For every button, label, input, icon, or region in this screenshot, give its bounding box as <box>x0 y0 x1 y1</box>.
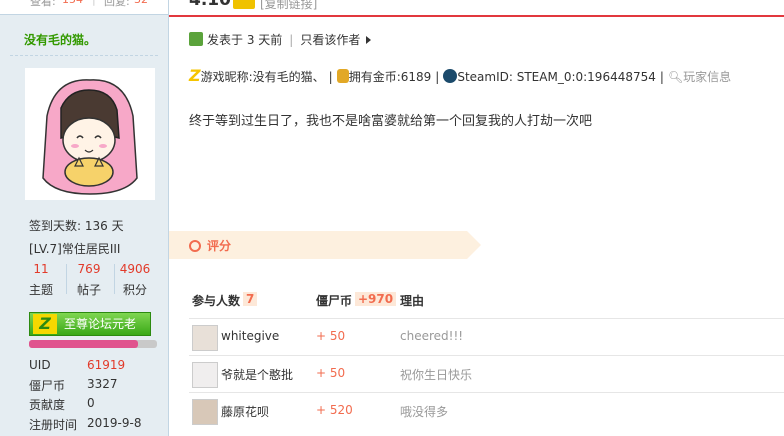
currency-label: 僵尸币 <box>316 294 353 308</box>
views-count: 154 <box>62 0 83 6</box>
rater-avatar[interactable] <box>192 399 218 425</box>
topics-count-block[interactable]: 11 主题 <box>18 262 64 298</box>
stats-divider: | <box>92 0 96 6</box>
level-progress-fill <box>29 340 138 348</box>
checkin-days: 签到天数: 136 天 <box>29 219 124 233</box>
rating-header: 评分 <box>169 231 481 259</box>
game-divider: | <box>435 70 440 84</box>
rater-name[interactable]: 爷就是个憨批 <box>221 366 293 383</box>
author-name-link[interactable]: 没有毛的猫。 <box>24 31 96 48</box>
post-content: 终于等到过生日了，我也不是啥富婆就给第一个回复我的人打劫一次吧 <box>189 114 593 129</box>
posts-count: 769 <box>77 262 101 276</box>
contribution-key: 贡献度 <box>29 398 66 412</box>
gold-coin-icon <box>336 69 349 83</box>
game-divider: | <box>328 70 333 84</box>
gold-amount: 拥有金币:6189 <box>348 70 432 84</box>
copy-link-button[interactable]: [复制链接] <box>260 0 317 12</box>
online-status-icon <box>189 32 203 46</box>
user-counts: 11 主题 769 帖子 4906 积分 <box>18 262 158 298</box>
posts-count-block[interactable]: 769 帖子 <box>66 262 112 298</box>
coins-value: 3327 <box>87 377 118 391</box>
reason-label: 理由 <box>400 294 425 308</box>
post-header-bar: 4.10 [复制链接] <box>169 0 784 17</box>
z-game-icon: Z <box>189 66 201 85</box>
topics-count: 11 <box>33 262 49 276</box>
meta-divider: | <box>289 33 294 47</box>
floor-badge-icon <box>233 0 255 9</box>
replies-label: 回复: <box>104 0 130 8</box>
only-author-link[interactable]: 只看该作者 <box>300 33 360 47</box>
register-value: 2019-9-8 <box>87 416 142 430</box>
currency-total: +970 <box>355 292 397 306</box>
coins-key: 僵尸币 <box>29 379 66 393</box>
author-sidebar: 查看: 154 | 回复: 32 没有毛的猫。 签到天数: 136 天 [LV.… <box>0 0 169 436</box>
level-progress-bar <box>29 340 157 348</box>
replies-count: 32 <box>134 0 148 6</box>
uid-value[interactable]: 61919 <box>87 358 125 372</box>
rater-name[interactable]: 藤原花呗 <box>221 403 269 420</box>
rating-points: + 50 <box>316 366 346 380</box>
rating-points: + 520 <box>316 403 353 417</box>
points-label: 积分 <box>122 283 147 297</box>
rating-reason: 哦没得多 <box>400 405 449 419</box>
medal-label: 至尊论坛元老 <box>64 317 137 331</box>
game-nickname: 游戏昵称:没有毛的猫、 <box>200 70 325 84</box>
rating-row: 藤原花呗 + 520 哦没得多 <box>189 392 784 429</box>
game-divider: | <box>659 70 664 84</box>
medal-badge[interactable]: Z 至尊论坛元老 <box>29 312 151 336</box>
uid-key: UID <box>29 358 51 372</box>
rating-tab-notch <box>467 231 481 259</box>
user-level[interactable]: [LV.7]常住居民III <box>29 240 120 257</box>
rater-avatar[interactable] <box>192 325 218 351</box>
rater-avatar[interactable] <box>192 362 218 388</box>
rating-row: 爷就是个憨批 + 50 祝你生日快乐 <box>189 355 784 392</box>
floor-number[interactable]: 4.10 <box>189 0 231 10</box>
steam-icon <box>443 69 458 83</box>
thread-stats: 查看: 154 | 回复: 32 <box>0 0 168 15</box>
player-info-link[interactable]: 玩家信息 <box>683 70 731 84</box>
contribution-value: 0 <box>87 396 95 410</box>
posts-label: 帖子 <box>76 283 101 297</box>
sidebar-divider <box>10 55 158 56</box>
rater-name[interactable]: whitegive <box>221 329 279 343</box>
magnifier-icon: 🔍︎ <box>667 70 684 84</box>
rating-points: + 50 <box>316 329 346 343</box>
views-label: 查看: <box>30 0 56 8</box>
caret-right-icon <box>366 36 372 44</box>
rating-row: whitegive + 50 cheered!!! <box>189 318 784 355</box>
points-count: 4906 <box>119 262 151 276</box>
topics-label: 主题 <box>28 283 53 297</box>
rating-table-header: 参与人数 7 僵尸币 +970 理由 <box>189 292 784 310</box>
posted-time: 发表于 3 天前 <box>207 33 283 47</box>
avatar-illustration <box>25 68 155 200</box>
author-avatar[interactable] <box>25 68 155 200</box>
participants-label: 参与人数 <box>192 294 241 308</box>
register-key: 注册时间 <box>29 418 78 432</box>
points-count-block[interactable]: 4906 积分 <box>112 262 158 298</box>
post-main: 4.10 [复制链接] 发表于 3 天前 | 只看该作者 Z游戏昵称:没有毛的猫、 |… <box>169 0 784 436</box>
game-info-line: Z游戏昵称:没有毛的猫、 | 拥有金币:6189 | SteamID: STEAM_0:… <box>189 66 731 85</box>
rating-reason: 祝你生日快乐 <box>400 368 473 382</box>
rating-reason: cheered!!! <box>400 329 464 343</box>
participants-count[interactable]: 7 <box>243 292 258 306</box>
rating-circle-icon <box>189 240 201 252</box>
steam-id: SteamID: STEAM_0:0:196448754 <box>457 70 656 84</box>
post-meta: 发表于 3 天前 | 只看该作者 <box>189 31 372 48</box>
z-logo-icon: Z <box>33 314 57 334</box>
rating-title: 评分 <box>207 239 232 253</box>
